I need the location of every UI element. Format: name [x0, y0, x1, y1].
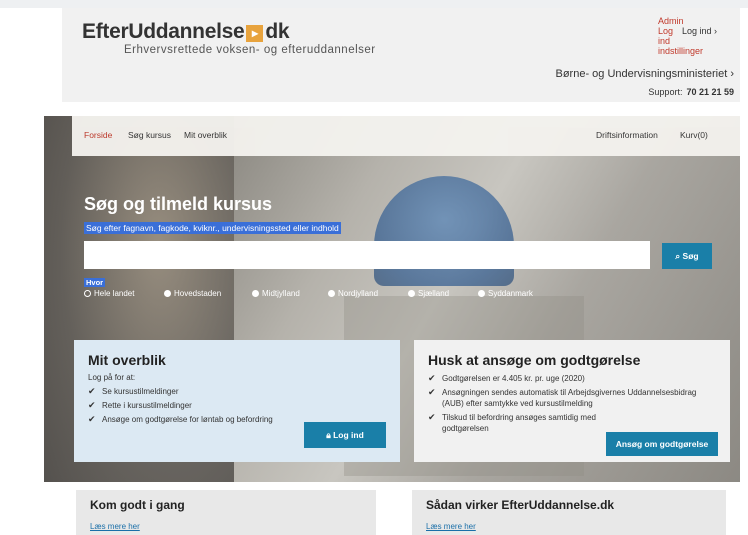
support-info: Support: 70 21 21 59 — [648, 87, 734, 97]
card-title: Sådan virker EfterUddannelse.dk — [426, 498, 615, 512]
region-option-midtjylland[interactable]: Midtjylland — [252, 289, 300, 298]
checkmark-icon: ✔ — [88, 414, 96, 424]
read-more-link[interactable]: Læs mere her — [426, 522, 476, 531]
nav-item-driftsinformation[interactable]: Driftsinformation — [596, 130, 658, 140]
region-option-hele-landet[interactable]: Hele landet — [84, 289, 134, 298]
search-subtitle: Søg efter fagnavn, fagkode, kviknr., und… — [84, 222, 341, 234]
card-list: ✔ Se kursustilmeldinger ✔ Rette i kursusti… — [88, 386, 386, 425]
support-phone[interactable]: 70 21 21 59 — [686, 87, 734, 97]
how-it-works-card: Sådan virker EfterUddannelse.dk Læs mere… — [412, 490, 726, 535]
list-item: ✔ Rette i kursustilmeldinger — [88, 400, 192, 410]
hero-photo-helmet — [374, 176, 514, 286]
top-strip — [0, 0, 748, 8]
site-tagline: Erhvervsrettede voksen- og efteruddannel… — [124, 44, 376, 56]
site-header: EfterUddannelse ▸ dk Erhvervsrettede vokse… — [62, 8, 740, 102]
card-lead: Log på for at: — [88, 373, 136, 382]
main-nav: Forside Søg kursus Mit overblik Driftsin… — [72, 116, 740, 156]
checkmark-icon: ✔ — [428, 387, 436, 397]
mit-overblik-card: Mit overblik Log på for at: ✔ Se kursusti… — [74, 340, 400, 462]
list-item: ✔ Ansøgningen sendes automatisk til Arbej… — [428, 387, 697, 408]
where-label: Hvor — [84, 278, 106, 287]
hero-section: Forside Søg kursus Mit overblik Driftsin… — [44, 116, 740, 482]
login-button[interactable]: 🔒︎ Log ind — [304, 422, 386, 448]
read-more-link[interactable]: Læs mere her — [90, 522, 140, 531]
card-title: Mit overblik — [88, 352, 166, 368]
nav-item-kurv[interactable]: Kurv(0) — [680, 130, 708, 140]
header-login-link[interactable]: Log ind › — [682, 26, 717, 36]
region-option-syddanmark[interactable]: Syddanmark — [478, 289, 533, 298]
apply-compensation-button[interactable]: Ansøg om godtgørelse — [606, 432, 718, 456]
region-option-hovedstaden[interactable]: Hovedstaden — [164, 289, 221, 298]
nav-item-mit-overblik[interactable]: Mit overblik — [184, 130, 227, 140]
search-button[interactable]: ⌕ Søg — [662, 243, 712, 269]
logo-box-icon: ▸ — [246, 25, 264, 42]
checkmark-icon: ✔ — [88, 400, 96, 410]
radio-icon — [408, 290, 415, 297]
list-item: ✔ Se kursustilmeldinger — [88, 386, 179, 396]
list-item: ✔ Godtgørelsen er 4.405 kr. pr. uge (2020… — [428, 373, 585, 383]
nav-item-forside[interactable]: Forside — [84, 130, 112, 140]
checkmark-icon: ✔ — [88, 386, 96, 396]
card-title: Kom godt i gang — [90, 498, 185, 512]
card-title: Husk at ansøge om godtgørelse — [428, 352, 641, 368]
region-option-nordjylland[interactable]: Nordjylland — [328, 289, 378, 298]
radio-icon — [164, 290, 171, 297]
radio-icon — [328, 290, 335, 297]
radio-icon — [478, 290, 485, 297]
nav-item-soeg-kursus[interactable]: Søg kursus — [128, 130, 171, 140]
checkmark-icon: ✔ — [428, 412, 436, 422]
site-logo[interactable]: EfterUddannelse ▸ dk — [82, 20, 290, 44]
card-list: ✔ Godtgørelsen er 4.405 kr. pr. uge (2020… — [428, 373, 716, 434]
search-input[interactable] — [84, 241, 650, 269]
list-item: ✔ Tilskud til befordring ansøges samtidig… — [428, 412, 596, 433]
search-title: Søg og tilmeld kursus — [84, 194, 273, 214]
radio-selected-icon — [84, 290, 91, 297]
godtgoerelse-card: Husk at ansøge om godtgørelse ✔ Godtgørel… — [414, 340, 730, 462]
checkmark-icon: ✔ — [428, 373, 436, 383]
radio-icon — [252, 290, 259, 297]
admin-links[interactable]: Admin Log ind indstillinger — [658, 16, 718, 56]
getting-started-card: Kom godt i gang Læs mere her — [76, 490, 376, 535]
ministry-link[interactable]: Børne- og Undervisningsministeriet › — [555, 68, 734, 80]
search-icon: ⌕ — [675, 251, 683, 261]
region-option-sjaelland[interactable]: Sjælland — [408, 289, 449, 298]
